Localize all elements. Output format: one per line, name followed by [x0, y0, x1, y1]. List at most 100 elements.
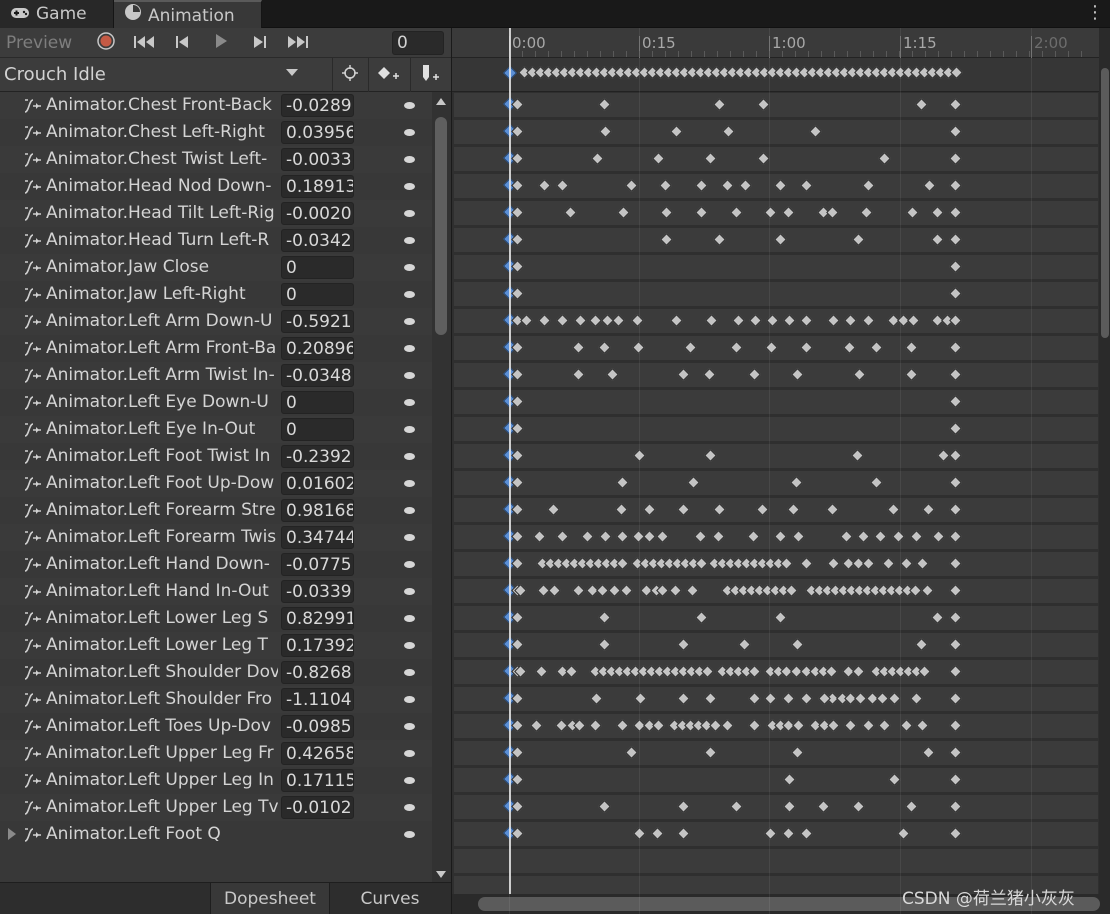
property-value-field[interactable]: -0.8268	[281, 661, 354, 684]
property-value-field[interactable]: -0.0339	[281, 580, 354, 603]
property-value-field[interactable]: -0.2392	[281, 445, 354, 468]
property-row[interactable]: Animator.Left Upper Leg Fr 0.42658	[0, 740, 432, 767]
property-row[interactable]: Animator.Chest Twist Left- -0.0033	[0, 146, 432, 173]
keyframe-toggle-icon[interactable]	[404, 453, 415, 460]
keyframe-track[interactable]	[454, 767, 1098, 792]
property-value-field[interactable]: -0.0033	[281, 148, 354, 171]
scroll-down-arrow-icon[interactable]	[436, 871, 446, 878]
property-row[interactable]: Animator.Left Foot Up-Dow 0.01602	[0, 470, 432, 497]
property-row[interactable]: Animator.Left Hand In-Out -0.0339	[0, 578, 432, 605]
property-row[interactable]: Animator.Left Eye In-Out 0	[0, 416, 432, 443]
keyframe-tracks[interactable]	[452, 92, 1102, 898]
scroll-up-arrow-icon[interactable]	[436, 98, 446, 105]
property-row[interactable]: Animator.Head Tilt Left-Rig -0.0020	[0, 200, 432, 227]
keyframe-toggle-icon[interactable]	[404, 156, 415, 163]
keyframe-toggle-icon[interactable]	[404, 804, 415, 811]
property-value-field[interactable]: 0.98168	[281, 499, 354, 522]
property-value-field[interactable]: -0.0985	[281, 715, 354, 738]
property-value-field[interactable]: 0.17115	[281, 769, 354, 792]
property-row[interactable]: Animator.Left Arm Down-U -0.5921	[0, 308, 432, 335]
property-row[interactable]: Animator.Left Upper Leg In 0.17115	[0, 767, 432, 794]
property-value-field[interactable]: 0.18913	[281, 175, 354, 198]
keyframe-track[interactable]	[454, 146, 1098, 171]
property-row[interactable]: Animator.Left Lower Leg S 0.82991	[0, 605, 432, 632]
keyframe-toggle-icon[interactable]	[404, 345, 415, 352]
keyframe-toggle-icon[interactable]	[404, 777, 415, 784]
property-value-field[interactable]: 0.03956	[281, 121, 354, 144]
event-lane[interactable]	[452, 58, 1110, 92]
property-value-field[interactable]: -0.0348	[281, 364, 354, 387]
property-value-field[interactable]: -0.0289	[281, 94, 354, 117]
property-value-field[interactable]: 0.17392	[281, 634, 354, 657]
keyframe-toggle-icon[interactable]	[404, 561, 415, 568]
keyframe-toggle-icon[interactable]	[404, 642, 415, 649]
keyframe-track[interactable]	[454, 389, 1098, 414]
keyframe-track[interactable]	[454, 254, 1098, 279]
add-keyframe-button[interactable]	[371, 62, 405, 88]
keyframe-toggle-icon[interactable]	[404, 129, 415, 136]
property-value-field[interactable]: 0	[281, 256, 354, 279]
summary-keyframe-icon[interactable]	[950, 66, 963, 79]
property-value-field[interactable]: -1.1104	[281, 688, 354, 711]
property-list-scrollbar[interactable]	[432, 92, 451, 882]
keyframe-track[interactable]	[454, 632, 1098, 657]
property-row[interactable]: Animator.Left Forearm Twis 0.34744	[0, 524, 432, 551]
tab-dopesheet[interactable]: Dopesheet	[210, 883, 330, 914]
property-row[interactable]: Animator.Left Upper Leg Tv -0.0102	[0, 794, 432, 821]
time-ruler[interactable]: 0:00 0:15 1:00 1:15 2:00	[452, 28, 1110, 58]
keyframe-toggle-icon[interactable]	[404, 831, 415, 838]
property-value-field[interactable]: -0.0775	[281, 553, 354, 576]
keyframe-toggle-icon[interactable]	[404, 534, 415, 541]
keyframe-track[interactable]	[454, 119, 1098, 144]
property-row[interactable]: Animator.Left Hand Down- -0.0775	[0, 551, 432, 578]
scrollbar-thumb[interactable]	[435, 117, 447, 335]
timeline-vertical-scrollbar[interactable]	[1099, 28, 1110, 894]
property-value-field[interactable]: 0	[281, 391, 354, 414]
keyframe-track[interactable]	[454, 362, 1098, 387]
tab-game[interactable]: Game	[0, 0, 114, 28]
expand-arrow-icon[interactable]	[8, 828, 16, 840]
keyframe-toggle-icon[interactable]	[404, 102, 415, 109]
keyframe-track[interactable]	[454, 848, 1098, 873]
keyframe-toggle-icon[interactable]	[404, 480, 415, 487]
property-value-field[interactable]: 0.82991	[281, 607, 354, 630]
add-event-button[interactable]	[413, 62, 447, 88]
keyframe-toggle-icon[interactable]	[404, 426, 415, 433]
property-row[interactable]: Animator.Left Toes Up-Dov -0.0985	[0, 713, 432, 740]
first-keyframe-button[interactable]	[130, 31, 158, 55]
play-button[interactable]	[207, 31, 235, 55]
keyframe-toggle-icon[interactable]	[404, 507, 415, 514]
property-value-field[interactable]: 0.20896	[281, 337, 354, 360]
preview-button[interactable]: Preview	[4, 31, 88, 55]
property-row[interactable]: Animator.Chest Front-Back -0.0289	[0, 92, 432, 119]
keyframe-toggle-icon[interactable]	[404, 291, 415, 298]
keyframe-track[interactable]	[454, 794, 1098, 819]
property-row[interactable]: Animator.Head Nod Down- 0.18913	[0, 173, 432, 200]
property-row[interactable]: Animator.Left Arm Front-Ba 0.20896	[0, 335, 432, 362]
frame-field[interactable]: 0	[392, 31, 444, 55]
property-value-field[interactable]: 0.34744	[281, 526, 354, 549]
property-row[interactable]: Animator.Left Shoulder Dov -0.8268	[0, 659, 432, 686]
record-button[interactable]	[92, 31, 120, 55]
next-keyframe-button[interactable]	[246, 31, 274, 55]
keyframe-track[interactable]	[454, 416, 1098, 441]
keyframe-toggle-icon[interactable]	[404, 750, 415, 757]
tab-animation[interactable]: Animation	[114, 0, 262, 28]
keyframe-toggle-icon[interactable]	[404, 237, 415, 244]
keyframe-toggle-icon[interactable]	[404, 723, 415, 730]
property-row[interactable]: Animator.Left Shoulder Fro -1.1104	[0, 686, 432, 713]
property-value-field[interactable]: -0.0102	[281, 796, 354, 819]
keyframe-toggle-icon[interactable]	[404, 399, 415, 406]
property-value-field[interactable]: 0	[281, 418, 354, 441]
property-row[interactable]: Animator.Head Turn Left-R -0.0342	[0, 227, 432, 254]
property-value-field[interactable]: -0.5921	[281, 310, 354, 333]
keyframe-track[interactable]	[454, 281, 1098, 306]
keyframe-track[interactable]	[454, 740, 1098, 765]
keyframe-track[interactable]	[454, 443, 1098, 468]
keyframe-toggle-icon[interactable]	[404, 318, 415, 325]
keyframe-toggle-icon[interactable]	[404, 696, 415, 703]
property-value-field[interactable]: 0	[281, 283, 354, 306]
property-row[interactable]: Animator.Left Eye Down-U 0	[0, 389, 432, 416]
keyframe-track[interactable]	[454, 92, 1098, 117]
property-row[interactable]: Animator.Chest Left-Right 0.03956	[0, 119, 432, 146]
